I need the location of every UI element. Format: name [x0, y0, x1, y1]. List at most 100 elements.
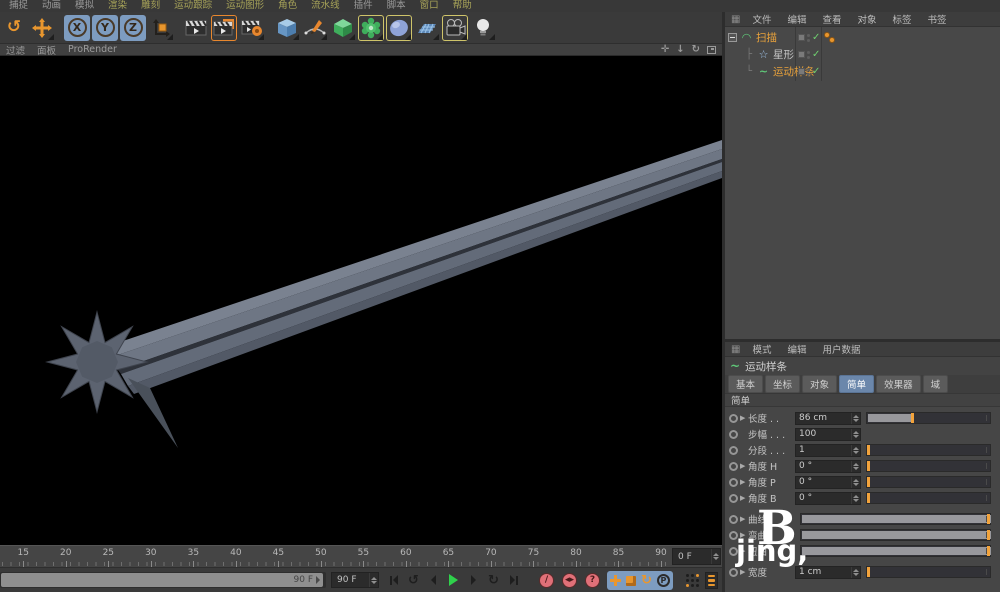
- next-frame-button[interactable]: [464, 571, 483, 589]
- toggle-view-icon[interactable]: [707, 46, 716, 54]
- keyframe-circle-icon[interactable]: [729, 462, 738, 471]
- parameter-slider[interactable]: [800, 513, 991, 525]
- menu-item[interactable]: 帮助: [446, 0, 479, 12]
- attribute-menu-item[interactable]: 用户数据: [814, 342, 868, 356]
- end-frame-stepper[interactable]: [711, 549, 720, 564]
- visibility-dots-icon[interactable]: [807, 68, 810, 76]
- keyframe-circle-icon[interactable]: [729, 446, 738, 455]
- parameter-slider[interactable]: [866, 476, 991, 488]
- parameter-slider[interactable]: [866, 460, 991, 472]
- expand-arrow-icon[interactable]: ▶: [740, 531, 748, 539]
- x-axis-lock-icon[interactable]: X: [64, 15, 90, 41]
- expand-arrow-icon[interactable]: ▶: [740, 494, 748, 502]
- menu-item[interactable]: 脚本: [380, 0, 413, 12]
- menu-item[interactable]: 模拟: [68, 0, 101, 12]
- slider-knob[interactable]: [867, 567, 870, 577]
- camera-icon[interactable]: [442, 15, 468, 41]
- object-manager-menu-item[interactable]: 文件: [744, 12, 779, 26]
- object-row[interactable]: └ ~ 运动样条 ✓: [725, 63, 1000, 80]
- parameter-stepper[interactable]: [851, 445, 860, 456]
- expand-arrow-icon[interactable]: ▶: [740, 414, 748, 422]
- object-manager-menu-item[interactable]: 编辑: [779, 12, 814, 26]
- current-frame-input[interactable]: 90 F: [331, 572, 379, 588]
- visibility-dots-icon[interactable]: [807, 51, 810, 59]
- panel-grip-icon[interactable]: ▦: [731, 344, 740, 355]
- slider-knob[interactable]: [867, 461, 870, 471]
- layer-toggle-icon[interactable]: [798, 34, 805, 41]
- object-manager-menu-item[interactable]: 标签: [885, 12, 920, 26]
- parameter-stepper[interactable]: [851, 493, 860, 504]
- object-manager-menu-item[interactable]: 对象: [850, 12, 885, 26]
- record-scale-icon[interactable]: [626, 576, 636, 586]
- spline-pen-icon[interactable]: [302, 15, 328, 41]
- object-manager-menu-item[interactable]: 书签: [920, 12, 955, 26]
- parameter-stepper[interactable]: [851, 477, 860, 488]
- enable-check-icon[interactable]: ✓: [812, 66, 820, 77]
- goto-end-button[interactable]: [504, 571, 523, 589]
- parameter-slider[interactable]: [800, 529, 991, 541]
- tag-icon[interactable]: [829, 37, 835, 43]
- subdivision-surface-icon[interactable]: [330, 15, 356, 41]
- mograph-effector-icon[interactable]: [358, 15, 384, 41]
- record-position-icon[interactable]: [610, 575, 621, 586]
- attribute-tab[interactable]: 域: [923, 375, 949, 393]
- record-parameter-icon[interactable]: P: [657, 574, 670, 587]
- scrubber-bar[interactable]: 90 F: [1, 573, 323, 587]
- menu-item[interactable]: 流水线: [304, 0, 347, 12]
- render-to-picture-viewer-icon[interactable]: [211, 15, 237, 41]
- expand-arrow-icon[interactable]: ▶: [740, 478, 748, 486]
- parameter-slider[interactable]: [866, 566, 991, 578]
- menu-item[interactable]: 渲染: [101, 0, 134, 12]
- parameter-value-input[interactable]: 100: [795, 428, 861, 441]
- object-name[interactable]: 星形: [773, 47, 794, 62]
- autokeying-button[interactable]: ◂▸: [559, 571, 580, 589]
- goto-start-button[interactable]: [384, 571, 403, 589]
- parameter-stepper[interactable]: [851, 461, 860, 472]
- viewport-3d[interactable]: [0, 56, 722, 545]
- current-frame-stepper[interactable]: [369, 573, 378, 587]
- menu-item[interactable]: 雕刻: [134, 0, 167, 12]
- move-tool-icon[interactable]: [29, 15, 55, 41]
- pan-view-icon[interactable]: ✛: [661, 45, 669, 55]
- attribute-menu-item[interactable]: 模式: [744, 342, 779, 356]
- parameter-stepper[interactable]: [851, 413, 860, 424]
- parameter-slider[interactable]: [866, 444, 991, 456]
- point-level-animation-icon[interactable]: [685, 573, 699, 587]
- keyframe-circle-icon[interactable]: [729, 531, 738, 540]
- object-row[interactable]: ◠ 扫描 ✓: [725, 29, 1000, 46]
- expand-arrow-icon[interactable]: ▶: [740, 462, 748, 470]
- parameter-value-input[interactable]: 0 °: [795, 492, 861, 505]
- attribute-menu-item[interactable]: 编辑: [779, 342, 814, 356]
- viewport-filter-menu[interactable]: 过滤: [6, 43, 25, 57]
- play-button[interactable]: [444, 571, 463, 589]
- parameter-value-input[interactable]: 0 °: [795, 460, 861, 473]
- loop-button[interactable]: ↻: [484, 571, 503, 589]
- slider-knob[interactable]: [987, 546, 990, 556]
- parameter-stepper[interactable]: [851, 567, 860, 578]
- play-backwards-button[interactable]: ↺: [404, 571, 423, 589]
- floor-icon[interactable]: [414, 15, 440, 41]
- timeline-scrubber[interactable]: 90 F: [0, 572, 326, 588]
- keyframe-circle-icon[interactable]: [729, 568, 738, 577]
- menu-item[interactable]: 运动跟踪: [167, 0, 219, 12]
- slider-knob[interactable]: [867, 477, 870, 487]
- previous-frame-button[interactable]: [424, 571, 443, 589]
- metaball-icon[interactable]: [386, 15, 412, 41]
- primitive-cube-icon[interactable]: [274, 15, 300, 41]
- record-rotation-icon[interactable]: ↻: [641, 574, 652, 587]
- parameter-stepper[interactable]: [851, 429, 860, 440]
- parameter-value-input[interactable]: 0 °: [795, 476, 861, 489]
- attribute-tab[interactable]: 对象: [802, 375, 837, 393]
- parameter-slider[interactable]: [866, 492, 991, 504]
- menu-item[interactable]: 角色: [271, 0, 304, 12]
- timeline-ruler[interactable]: 15202530354045505560657075808590 0 F: [0, 545, 722, 567]
- slider-knob[interactable]: [911, 413, 914, 423]
- keyframe-circle-icon[interactable]: [729, 547, 738, 556]
- keyframe-selection-button[interactable]: ?: [582, 571, 603, 589]
- parameter-value-input[interactable]: 1: [795, 444, 861, 457]
- coordinate-system-icon[interactable]: [148, 15, 174, 41]
- parameter-value-input[interactable]: 1 cm: [795, 566, 861, 579]
- solo-layer-icon[interactable]: [705, 572, 718, 589]
- slider-knob[interactable]: [987, 514, 990, 524]
- keyframe-circle-icon[interactable]: [729, 494, 738, 503]
